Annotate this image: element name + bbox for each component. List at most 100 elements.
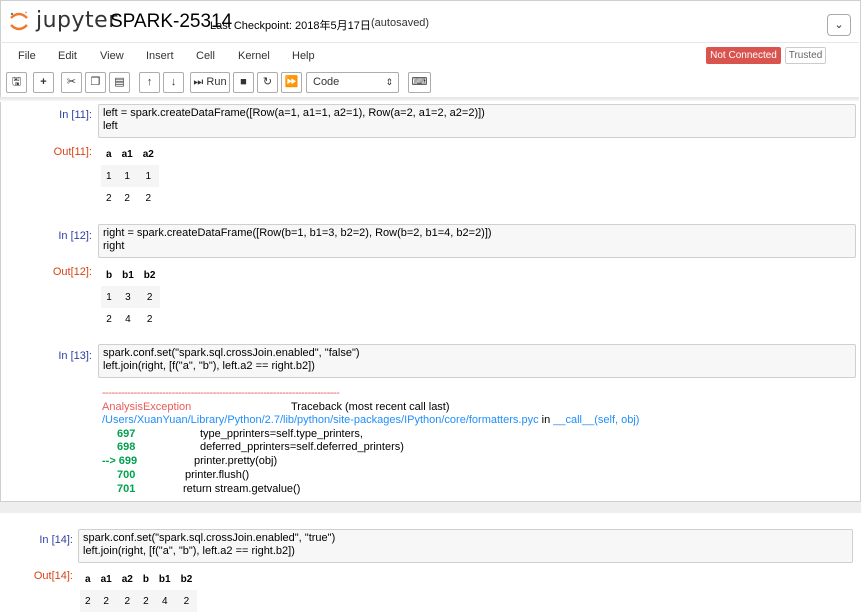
insert-cell-button[interactable]: + xyxy=(33,72,54,93)
table-header-row: a a1 a2 b b1 b2 xyxy=(80,568,197,590)
save-button[interactable]: 🖫 xyxy=(6,72,27,93)
arrow-down-icon: ↓ xyxy=(170,76,177,88)
column-header: a1 xyxy=(121,148,133,160)
table-row: 2 2 2 2 4 2 xyxy=(80,590,198,612)
jupyter-logo[interactable]: jupyter xyxy=(8,8,118,36)
keyboard-icon: ⌨ xyxy=(411,76,428,88)
traceback-header: Traceback (most recent call last) xyxy=(291,401,450,413)
menu-view[interactable]: View xyxy=(100,50,124,62)
line-number: 698 xyxy=(117,441,136,453)
table-cell: 2 xyxy=(80,590,96,612)
code-line: left.join(right, [f("a", "b"), left.a2 =… xyxy=(83,545,295,557)
command-palette-button[interactable]: ⌨ xyxy=(408,72,431,93)
input-prompt: In [12]: xyxy=(58,230,92,242)
cell-type-select[interactable]: Code ⇕ xyxy=(306,72,399,93)
table-cell: 4 xyxy=(125,313,131,325)
code-line: spark.conf.set("spark.sql.crossJoin.enab… xyxy=(103,347,360,359)
dataframe-table: a a1 a2 b b1 b2 2 2 2 2 4 2 xyxy=(80,568,198,612)
restart-icon: ↻ xyxy=(262,76,273,88)
step-forward-icon: ⏭ xyxy=(193,76,204,88)
interrupt-button[interactable]: ■ xyxy=(233,72,254,93)
table-row: 1 3 2 xyxy=(101,286,161,308)
current-line-marker: --> 699 xyxy=(102,455,138,467)
move-up-button[interactable]: ↑ xyxy=(139,72,160,93)
traceback-code: deferred_pprinters=self.deferred_printer… xyxy=(200,441,404,453)
restart-run-all-button[interactable]: ⏩ xyxy=(281,72,302,93)
table-cell: 2 xyxy=(106,313,112,325)
line-number: 697 xyxy=(117,428,136,440)
toolbar: 🖫 + ✂ ❐ ▤ ↑ ↓ ⏭ Run ■ ↻ ⏩ Code ⇕ ⌨ xyxy=(0,70,859,96)
error-name: AnalysisException xyxy=(102,401,192,413)
column-header: a2 xyxy=(121,573,133,585)
menu-kernel[interactable]: Kernel xyxy=(238,50,270,62)
dataframe-table: a a1 a2 1 1 1 2 2 2 xyxy=(101,143,159,209)
code-line: left xyxy=(103,120,118,132)
move-down-button[interactable]: ↓ xyxy=(163,72,184,93)
save-icon: 🖫 xyxy=(11,76,22,88)
column-header: a1 xyxy=(100,573,112,585)
dataframe-table: b b1 b2 1 3 2 2 4 2 xyxy=(101,264,161,330)
code-line: left = spark.createDataFrame([Row(a=1, a… xyxy=(103,107,485,119)
trusted-badge[interactable]: Trusted xyxy=(785,47,826,64)
table-header-row: b b1 b2 xyxy=(101,264,160,286)
table-cell: 4 xyxy=(153,590,176,612)
table-cell: 1 xyxy=(101,286,118,308)
traceback-code: printer.flush() xyxy=(185,469,250,481)
function-signature: __call__(self, obj) xyxy=(553,414,640,426)
run-button[interactable]: ⏭ Run xyxy=(190,72,230,93)
code-line: left.join(right, [f("a", "b"), left.a2 =… xyxy=(103,360,315,372)
cell-type-value: Code xyxy=(313,76,340,88)
input-prompt: In [13]: xyxy=(58,350,92,362)
autosave-status: (autosaved) xyxy=(371,17,430,29)
menu-cell[interactable]: Cell xyxy=(196,50,215,62)
output-prompt: Out[11]: xyxy=(53,146,92,158)
column-header: b1 xyxy=(122,269,134,281)
paste-icon: ▤ xyxy=(114,76,125,88)
arrow-up-icon: ↑ xyxy=(146,76,153,88)
column-header: a xyxy=(85,573,91,585)
table-cell: 2 xyxy=(95,590,117,612)
input-prompt: In [11]: xyxy=(59,109,92,121)
stop-icon: ■ xyxy=(240,76,247,88)
code-cell-input[interactable]: spark.conf.set("spark.sql.crossJoin.enab… xyxy=(98,344,856,378)
menu-help[interactable]: Help xyxy=(292,50,315,62)
kernel-dropdown-button[interactable]: ⌄ xyxy=(827,14,851,36)
menu-file[interactable]: File xyxy=(18,50,36,62)
table-row: 2 2 2 xyxy=(101,187,159,209)
table-cell: 2 xyxy=(175,590,198,612)
traceback-divider: ----------------------------------------… xyxy=(102,387,340,399)
paste-button[interactable]: ▤ xyxy=(109,72,130,93)
file-in-text: in xyxy=(538,414,554,426)
table-cell: 2 xyxy=(138,286,161,308)
code-cell-input[interactable]: spark.conf.set("spark.sql.crossJoin.enab… xyxy=(78,529,853,563)
column-header: b xyxy=(142,573,149,585)
table-header-row: a a1 a2 xyxy=(101,143,159,165)
table-cell: 1 xyxy=(101,165,117,187)
menu-edit[interactable]: Edit xyxy=(58,50,77,62)
code-line: right xyxy=(103,240,125,252)
table-row: 2 4 2 xyxy=(101,308,160,330)
cut-button[interactable]: ✂ xyxy=(61,72,82,93)
table-cell: 3 xyxy=(117,286,139,308)
table-row: 1 1 1 xyxy=(101,165,159,187)
output-prompt: Out[12]: xyxy=(52,266,92,278)
run-label: Run xyxy=(206,76,227,88)
copy-button[interactable]: ❐ xyxy=(85,72,106,93)
column-header: b2 xyxy=(180,573,193,585)
column-header: b xyxy=(106,269,113,281)
toolbar-shadow xyxy=(0,98,859,102)
column-header: a2 xyxy=(142,148,154,160)
restart-button[interactable]: ↻ xyxy=(257,72,278,93)
table-cell: 1 xyxy=(137,165,159,187)
traceback-code: type_pprinters=self.type_printers, xyxy=(200,428,363,440)
traceback-code: return stream.getvalue() xyxy=(183,483,301,495)
column-header: a xyxy=(106,148,112,160)
output-prompt: Out[14]: xyxy=(33,570,73,582)
table-cell: 2 xyxy=(137,590,154,612)
code-cell-input[interactable]: left = spark.createDataFrame([Row(a=1, a… xyxy=(98,104,856,138)
connection-status-badge[interactable]: Not Connected xyxy=(706,47,781,64)
traceback-code: printer.pretty(obj) xyxy=(194,455,278,467)
jupyter-logo-icon xyxy=(10,11,28,31)
code-cell-input[interactable]: right = spark.createDataFrame([Row(b=1, … xyxy=(98,224,856,258)
menu-insert[interactable]: Insert xyxy=(146,50,174,62)
